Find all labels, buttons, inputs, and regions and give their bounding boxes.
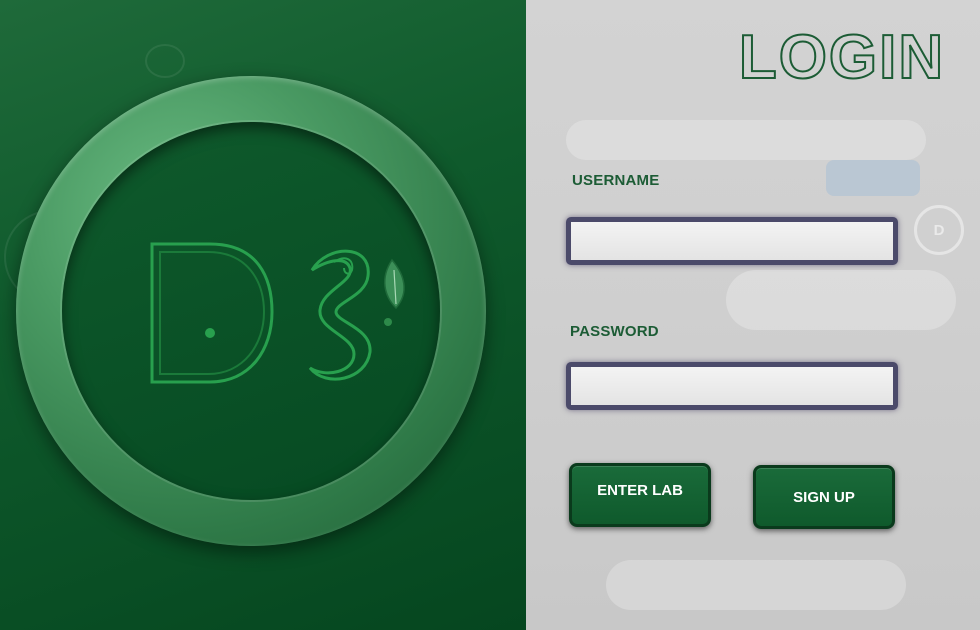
background-decoration [566, 120, 926, 160]
brand-panel [0, 0, 526, 630]
username-input[interactable] [571, 222, 893, 260]
page-title: LOGIN [738, 22, 945, 90]
password-input[interactable] [571, 367, 893, 405]
username-field-frame [566, 217, 898, 265]
background-decoration [726, 270, 956, 330]
sign-up-button[interactable]: SIGN UP [753, 465, 895, 529]
username-label: USERNAME [572, 172, 660, 189]
password-label: PASSWORD [570, 323, 659, 340]
background-decoration [826, 160, 920, 196]
background-decoration [606, 560, 906, 610]
ds-leaf-logo-icon [150, 242, 405, 384]
enter-lab-button[interactable]: ENTER LAB [569, 463, 711, 527]
ds-watermark-icon: D [914, 205, 964, 255]
background-decoration [145, 44, 185, 78]
login-form-panel: LOGIN USERNAME PASSWORD ENTER LAB SIGN U… [526, 0, 980, 630]
password-field-frame [566, 362, 898, 410]
login-window: LOGIN USERNAME PASSWORD ENTER LAB SIGN U… [0, 0, 980, 630]
login-title-text: LOGIN [739, 23, 945, 90]
